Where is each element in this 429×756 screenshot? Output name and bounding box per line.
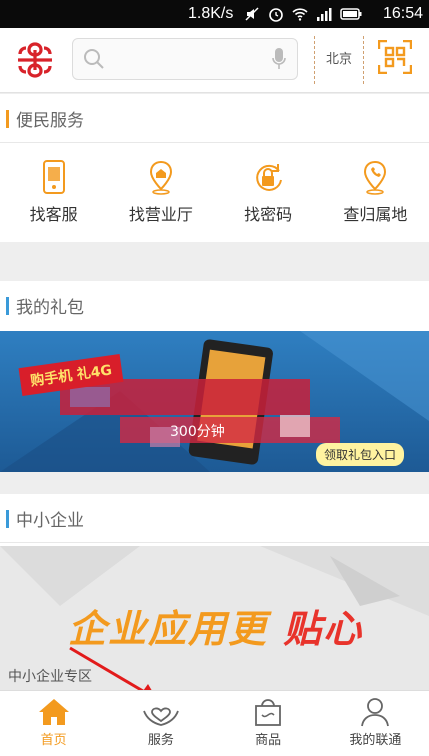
service-find-customer-service[interactable]: 找客服 (0, 143, 107, 239)
search-box[interactable] (72, 38, 298, 80)
signal-icon (317, 8, 332, 21)
battery-icon (340, 8, 362, 20)
top-bar: 北京 (0, 28, 429, 93)
mute-icon (245, 7, 259, 21)
microphone-icon[interactable] (271, 47, 287, 71)
section-title: 中小企业 (16, 511, 84, 531)
lock-icon (256, 164, 283, 191)
tab-products[interactable]: 商品 (215, 691, 322, 756)
person-icon (361, 698, 390, 727)
tab-label: 首页 (40, 733, 67, 748)
enterprise-slogan: 企业应用更 贴心 (68, 607, 364, 651)
banner-price-text: 300分钟 (170, 424, 225, 440)
wifi-icon (292, 8, 308, 21)
china-unicom-logo[interactable] (12, 38, 58, 82)
home-icon (38, 699, 69, 725)
shopping-bag-icon (255, 699, 282, 726)
clock: 16:54 (382, 5, 423, 22)
service-label: 查归属地 (343, 205, 408, 224)
sme-section: 中小企业 (0, 494, 429, 546)
location-phone-icon (364, 160, 387, 195)
section-header: 便民服务 (0, 94, 429, 143)
enterprise-banner[interactable]: 企业应用更 贴心 中小企业专区 (0, 546, 429, 690)
tab-home[interactable]: 首页 (0, 691, 107, 756)
claim-gift-button[interactable]: 领取礼包入口 (316, 443, 405, 466)
section-title: 我的礼包 (16, 298, 84, 318)
status-bar: 1.8K/s 16:54 (0, 0, 429, 28)
alarm-icon (269, 8, 283, 22)
section-title: 便民服务 (16, 111, 84, 131)
convenience-services-section: 便民服务 找客服 找营业厅 找密码 查归属地 (0, 94, 429, 242)
service-heart-icon (143, 707, 179, 726)
service-label: 找客服 (29, 205, 78, 224)
phone-icon (42, 160, 65, 194)
service-label: 找营业厅 (128, 205, 193, 224)
city-selector[interactable]: 北京 (314, 36, 364, 84)
gift-pack-banner[interactable]: 购手机 礼4G 300分钟 领取礼包入口 (0, 331, 429, 472)
qr-scan-icon[interactable] (378, 40, 412, 74)
section-header: 我的礼包 (0, 281, 429, 329)
service-find-password[interactable]: 找密码 (215, 143, 322, 239)
service-label: 找密码 (244, 205, 293, 224)
service-find-store[interactable]: 找营业厅 (107, 143, 214, 239)
service-check-number-location[interactable]: 查归属地 (322, 143, 429, 239)
network-speed: 1.8K/s (188, 5, 234, 22)
bottom-tab-bar: 首页 服务 商品 我的联通 (0, 690, 429, 756)
tab-label: 商品 (255, 733, 282, 748)
tab-label: 我的联通 (349, 733, 402, 748)
section-header: 中小企业 (0, 494, 429, 543)
tab-services[interactable]: 服务 (107, 691, 214, 756)
tab-label: 服务 (147, 733, 174, 748)
tab-my-unicom[interactable]: 我的联通 (322, 691, 429, 756)
map-pin-icon (149, 160, 172, 195)
services-grid: 找客服 找营业厅 找密码 查归属地 (0, 143, 429, 239)
search-icon (84, 49, 104, 69)
